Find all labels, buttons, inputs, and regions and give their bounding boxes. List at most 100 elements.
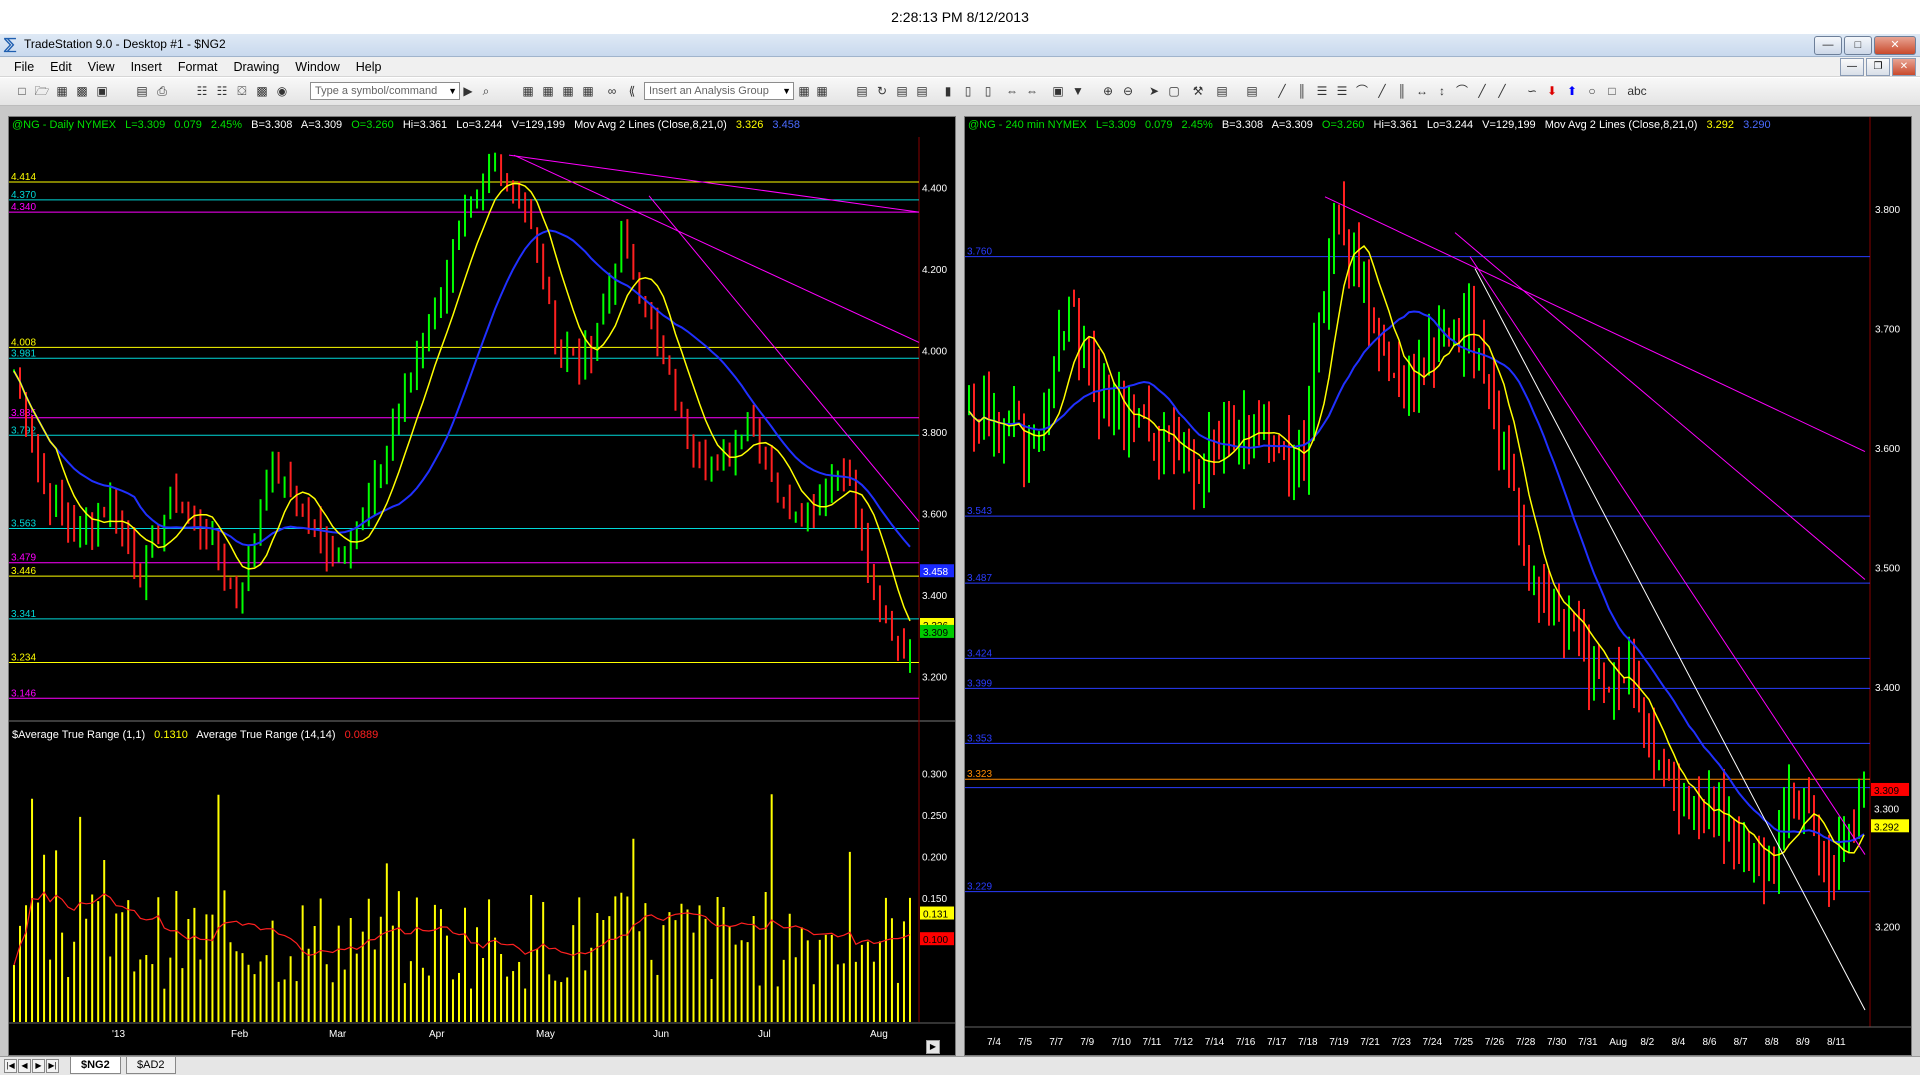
- time-axis-label: Jun: [653, 1029, 669, 1040]
- daily-chart-canvas[interactable]: 4.4144.3704.3404.0083.9813.8353.7923.563…: [9, 117, 955, 1055]
- candlestick-icon[interactable]: ▯: [960, 83, 976, 99]
- folder-icon[interactable]: ▣: [94, 83, 110, 99]
- intraday-chart-canvas[interactable]: 3.760 3.543 3.487 3.424 3.399 3.353 3.323 3.229…: [965, 117, 1911, 1055]
- maximize-icon[interactable]: □: [1844, 36, 1872, 55]
- layout-icon-4[interactable]: ▦: [580, 83, 596, 99]
- vertical-lines-icon[interactable]: ║: [1294, 83, 1310, 99]
- ellipse-icon[interactable]: ○: [1584, 83, 1600, 99]
- intraday-chart-window[interactable]: 3.760 3.543 3.487 3.424 3.399 3.353 3.323 3.229…: [964, 116, 1912, 1056]
- next-tab-icon[interactable]: ▶: [32, 1059, 45, 1073]
- bar-chart-icon[interactable]: ▮: [940, 83, 956, 99]
- level-label: 4.008: [11, 337, 36, 348]
- fib-icon[interactable]: ☰: [1334, 83, 1350, 99]
- lock-icon[interactable]: ⛋: [234, 83, 250, 99]
- last-tab-icon[interactable]: ▶|: [46, 1059, 59, 1073]
- layout-icon-3[interactable]: ▦: [560, 83, 576, 99]
- freehand-icon[interactable]: ∽: [1524, 83, 1540, 99]
- menu-file[interactable]: File: [6, 60, 42, 74]
- style-icon[interactable]: ▣: [1050, 83, 1066, 99]
- hline-arrow-icon[interactable]: ↔: [1414, 83, 1430, 99]
- arc-icon[interactable]: ⌒: [1354, 83, 1370, 99]
- strategy-icon[interactable]: ▤: [914, 83, 930, 99]
- crosshair-icon[interactable]: ▢: [1166, 83, 1182, 99]
- scroll-bars-icon[interactable]: ⇔: [1024, 83, 1040, 99]
- analysis-icon[interactable]: ▦: [796, 83, 812, 99]
- doc-restore-icon[interactable]: ❐: [1866, 58, 1890, 76]
- layout-icon-2[interactable]: ▦: [540, 83, 556, 99]
- symbol-lookup-icon[interactable]: ⌕: [478, 83, 494, 99]
- vline-arrow-icon[interactable]: ↕: [1434, 83, 1450, 99]
- atr-name-2: Average True Range (14,14): [196, 729, 336, 741]
- layout-icon-1[interactable]: ▦: [520, 83, 536, 99]
- menu-drawing[interactable]: Drawing: [225, 60, 287, 74]
- alert-icon[interactable]: ▤: [1214, 83, 1230, 99]
- ma-fast-line: [13, 182, 911, 622]
- text-icon[interactable]: abc: [1626, 83, 1648, 99]
- menu-edit[interactable]: Edit: [42, 60, 80, 74]
- indicator-icon[interactable]: ▤: [894, 83, 910, 99]
- menu-insert[interactable]: Insert: [123, 60, 170, 74]
- prev-tab-icon[interactable]: ◀: [18, 1059, 31, 1073]
- link-icon[interactable]: ∞: [604, 83, 620, 99]
- scroll-right-icon[interactable]: ▶: [926, 1040, 940, 1054]
- doc-minimize-icon[interactable]: —: [1840, 58, 1864, 76]
- menu-view[interactable]: View: [80, 60, 123, 74]
- ma-slow-value: 3.290: [1743, 119, 1771, 131]
- close-icon[interactable]: ✕: [1874, 36, 1916, 55]
- ma-fast-marker: 3.292: [1874, 822, 1899, 833]
- minimize-icon[interactable]: —: [1814, 36, 1842, 55]
- circle-arc-icon[interactable]: ⌒: [1454, 83, 1470, 99]
- trendline-icon[interactable]: ╱: [1274, 83, 1290, 99]
- style-dropdown-icon[interactable]: ▼: [1070, 83, 1086, 99]
- down-arrow-icon[interactable]: ⬇: [1544, 83, 1560, 99]
- vline-icon[interactable]: ║: [1394, 83, 1410, 99]
- menu-format[interactable]: Format: [170, 60, 226, 74]
- daily-chart-window[interactable]: 4.414 4.370 4.340 4.008 3.981 3.835 3.792 3.563…: [8, 116, 956, 1056]
- refresh-icon[interactable]: ↻: [874, 83, 890, 99]
- net-change: 0.079: [1144, 119, 1173, 131]
- speed-line-icon[interactable]: ╱: [1474, 83, 1490, 99]
- zoom-in-icon[interactable]: ⊕: [1100, 83, 1116, 99]
- open-price: O=3.260: [351, 119, 394, 131]
- new-icon[interactable]: □: [14, 83, 30, 99]
- window-list-icon[interactable]: ☷: [194, 83, 210, 99]
- time-axis-label: 7/14: [1205, 1037, 1225, 1048]
- rectangle-icon[interactable]: □: [1604, 83, 1620, 99]
- grid-icon[interactable]: ▦: [814, 83, 830, 99]
- level-label: 3.543: [967, 506, 992, 517]
- tab-ng2[interactable]: $NG2: [70, 1057, 121, 1074]
- go-icon[interactable]: ▶: [460, 83, 476, 99]
- analysis-group-input[interactable]: Insert an Analysis Group ▼: [644, 82, 794, 100]
- workspace-icon[interactable]: ▦: [54, 83, 70, 99]
- pitchfork-icon[interactable]: ╱: [1494, 83, 1510, 99]
- doc-close-icon[interactable]: ✕: [1892, 58, 1916, 76]
- level-label: 3.487: [967, 573, 992, 584]
- ask-price: A=3.309: [300, 119, 343, 131]
- up-arrow-icon[interactable]: ⬆: [1564, 83, 1580, 99]
- book-icon[interactable]: ▩: [254, 83, 270, 99]
- document-controls: — ❐ ✕: [1840, 58, 1916, 76]
- bracket-icon[interactable]: ⟪: [624, 83, 640, 99]
- window-tile-icon[interactable]: ☷: [214, 83, 230, 99]
- zoom-bars-icon[interactable]: ⇔: [1004, 83, 1020, 99]
- tab-ad2[interactable]: $AD2: [126, 1057, 176, 1074]
- first-tab-icon[interactable]: |◀: [4, 1059, 17, 1073]
- horizontal-lines-icon[interactable]: ☰: [1314, 83, 1330, 99]
- save-disk-icon[interactable]: ▤: [134, 83, 150, 99]
- zoom-out-icon[interactable]: ⊖: [1120, 83, 1136, 99]
- menu-help[interactable]: Help: [348, 60, 390, 74]
- globe-icon[interactable]: ◉: [274, 83, 290, 99]
- data-window-icon[interactable]: ▤: [1244, 83, 1260, 99]
- time-axis-label: 7/24: [1423, 1037, 1443, 1048]
- pointer-icon[interactable]: ➤: [1146, 83, 1162, 99]
- symbol-input[interactable]: Type a symbol/command ▼: [310, 82, 460, 100]
- open-icon[interactable]: 🗁: [34, 83, 50, 99]
- chart-icon[interactable]: ▤: [854, 83, 870, 99]
- candle-red-icon[interactable]: ▯: [980, 83, 996, 99]
- channel-icon[interactable]: ╱: [1374, 83, 1390, 99]
- menu-window[interactable]: Window: [287, 60, 347, 74]
- hammer-icon[interactable]: ⚒: [1190, 83, 1206, 99]
- print-icon[interactable]: ⎙: [154, 83, 170, 99]
- open-price: O=3.260: [1321, 119, 1365, 131]
- save-icon[interactable]: ▩: [74, 83, 90, 99]
